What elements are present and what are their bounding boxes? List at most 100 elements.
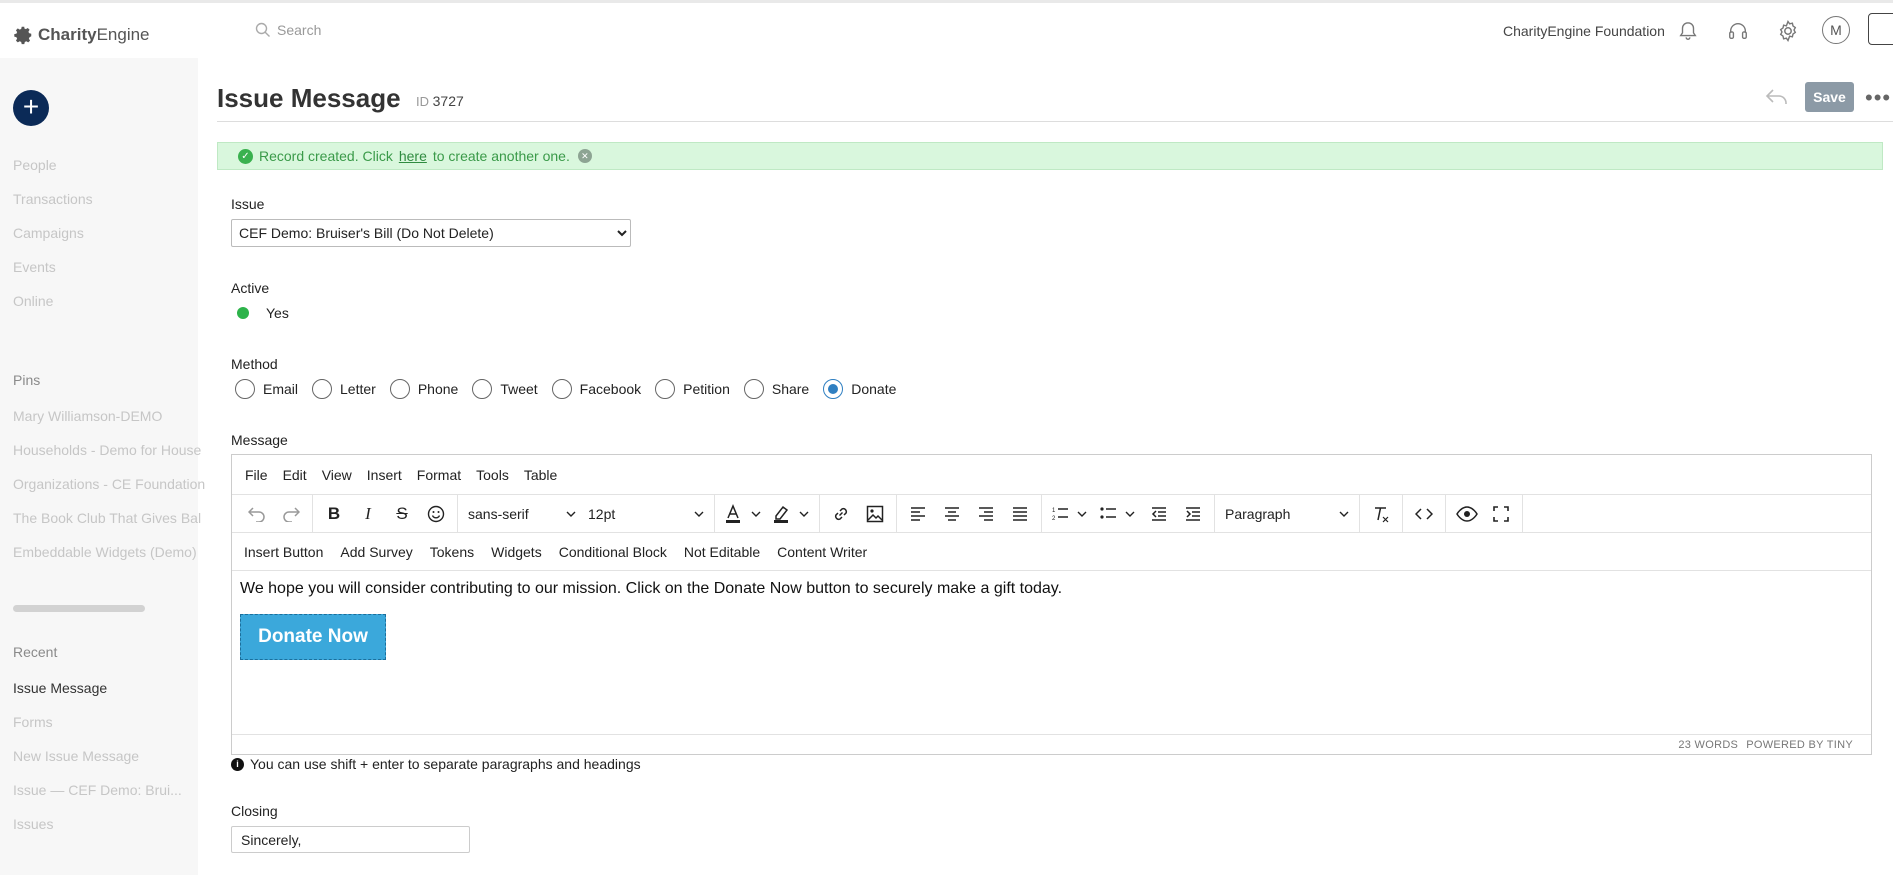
redo-icon[interactable] (274, 499, 308, 529)
clear-formatting-icon[interactable] (1364, 499, 1398, 529)
header-divider (217, 121, 1893, 122)
recent-item[interactable]: Issues (13, 816, 53, 832)
fullscreen-icon[interactable] (1484, 499, 1518, 529)
search-bar[interactable]: Search (255, 22, 321, 38)
radio-label: Phone (417, 381, 459, 397)
sidebar-item-online[interactable]: Online (13, 293, 53, 309)
radio-circle[interactable] (551, 379, 572, 399)
charityengine-logo[interactable]: CharityEngine (12, 24, 150, 46)
preview-eye-icon[interactable] (1450, 499, 1484, 529)
sidebar-scrollbar[interactable] (13, 605, 145, 612)
menu-file[interactable]: File (245, 467, 268, 483)
create-another-link[interactable]: here (399, 148, 427, 164)
widgets-tool[interactable]: Widgets (491, 544, 542, 560)
bell-icon[interactable] (1673, 16, 1703, 46)
menu-view[interactable]: View (322, 467, 352, 483)
method-radio-email[interactable]: Email (235, 379, 298, 399)
add-new-button[interactable]: + (13, 90, 49, 126)
align-justify-icon[interactable] (1003, 499, 1037, 529)
conditional-block-tool[interactable]: Conditional Block (559, 544, 667, 560)
bullet-list-icon[interactable] (1094, 499, 1142, 529)
strikethrough-icon[interactable]: S (385, 499, 419, 529)
menu-tools[interactable]: Tools (476, 467, 509, 483)
user-avatar[interactable]: M (1822, 16, 1850, 44)
method-radio-facebook[interactable]: Facebook (551, 379, 641, 399)
close-banner-icon[interactable]: ✕ (577, 149, 592, 163)
message-body-text[interactable]: We hope you will consider contributing t… (240, 580, 1863, 598)
align-center-icon[interactable] (935, 499, 969, 529)
pin-item[interactable]: The Book Club That Gives Bal (13, 510, 201, 526)
menu-edit[interactable]: Edit (283, 467, 307, 483)
method-radio-share[interactable]: Share (743, 379, 810, 399)
organization-name[interactable]: CharityEngine Foundation (1503, 23, 1665, 39)
sidebar-item-events[interactable]: Events (13, 259, 56, 275)
method-radio-phone[interactable]: Phone (389, 379, 459, 399)
radio-circle[interactable] (312, 379, 333, 399)
radio-circle-checked[interactable] (823, 379, 844, 399)
font-size-select[interactable]: 12pt (582, 499, 710, 529)
sidebar-item-campaigns[interactable]: Campaigns (13, 225, 84, 241)
block-format-select[interactable]: Paragraph (1219, 499, 1355, 529)
pin-item[interactable]: Households - Demo for House (13, 442, 201, 458)
active-status-dot[interactable] (237, 307, 249, 319)
svg-text:2: 2 (1052, 516, 1056, 522)
recent-item-active[interactable]: Issue Message (13, 680, 107, 696)
radio-label: Share (771, 381, 810, 397)
italic-icon[interactable]: I (351, 499, 385, 529)
content-writer-tool[interactable]: Content Writer (777, 544, 867, 560)
radio-label: Tweet (500, 381, 538, 397)
powered-by-tiny[interactable]: POWERED BY TINY (1746, 739, 1853, 751)
recent-item[interactable]: Issue — CEF Demo: Brui... (13, 782, 182, 798)
font-family-select[interactable]: sans-serif (462, 499, 582, 529)
pin-item[interactable]: Mary Williamson-DEMO (13, 408, 162, 424)
menu-format[interactable]: Format (417, 467, 461, 483)
donate-now-button[interactable]: Donate Now (240, 614, 386, 660)
save-button[interactable]: Save (1805, 82, 1854, 112)
pin-item[interactable]: Embeddable Widgets (Demo) (13, 544, 197, 560)
sidebar-item-transactions[interactable]: Transactions (13, 191, 93, 207)
method-radio-letter[interactable]: Letter (312, 379, 376, 399)
search-placeholder[interactable]: Search (277, 22, 321, 38)
insert-button-tool[interactable]: Insert Button (244, 544, 323, 560)
back-arrow-icon[interactable] (1765, 87, 1789, 110)
align-left-icon[interactable] (901, 499, 935, 529)
recent-item[interactable]: New Issue Message (13, 748, 139, 764)
source-code-icon[interactable] (1407, 499, 1441, 529)
indent-icon[interactable] (1176, 499, 1210, 529)
image-icon[interactable] (858, 499, 892, 529)
method-radio-tweet[interactable]: Tweet (472, 379, 538, 399)
bold-icon[interactable]: B (317, 499, 351, 529)
radio-circle[interactable] (655, 379, 676, 399)
add-survey-tool[interactable]: Add Survey (340, 544, 412, 560)
not-editable-tool[interactable]: Not Editable (684, 544, 760, 560)
editor-content-area[interactable]: We hope you will consider contributing t… (232, 571, 1871, 735)
radio-circle[interactable] (743, 379, 764, 399)
issue-select[interactable]: CEF Demo: Bruiser's Bill (Do Not Delete) (231, 219, 631, 247)
custom-toolbar: Insert Button Add Survey Tokens Widgets … (232, 533, 1871, 571)
numbered-list-icon[interactable]: 12 (1046, 499, 1094, 529)
more-options-icon[interactable]: ••• (1865, 85, 1891, 111)
closing-input[interactable] (231, 826, 470, 853)
align-right-icon[interactable] (969, 499, 1003, 529)
method-radio-donate[interactable]: Donate (823, 379, 896, 399)
headset-icon[interactable] (1723, 16, 1753, 46)
radio-circle[interactable] (235, 379, 255, 399)
recent-item[interactable]: Forms (13, 714, 53, 730)
radio-circle[interactable] (389, 379, 410, 399)
tokens-tool[interactable]: Tokens (430, 544, 474, 560)
word-count[interactable]: 23 WORDS (1678, 739, 1738, 751)
menu-insert[interactable]: Insert (367, 467, 402, 483)
undo-icon[interactable] (240, 499, 274, 529)
text-color-icon[interactable] (719, 499, 767, 529)
pin-item[interactable]: Organizations - CE Foundation (13, 476, 205, 492)
emoji-icon[interactable] (419, 499, 453, 529)
menu-table[interactable]: Table (524, 467, 557, 483)
link-icon[interactable] (824, 499, 858, 529)
history-icon[interactable] (1868, 13, 1893, 45)
highlight-color-icon[interactable] (767, 499, 815, 529)
outdent-icon[interactable] (1142, 499, 1176, 529)
sidebar-item-people[interactable]: People (13, 157, 57, 173)
settings-gear-icon[interactable] (1773, 16, 1803, 46)
radio-circle[interactable] (472, 379, 493, 399)
method-radio-petition[interactable]: Petition (655, 379, 730, 399)
